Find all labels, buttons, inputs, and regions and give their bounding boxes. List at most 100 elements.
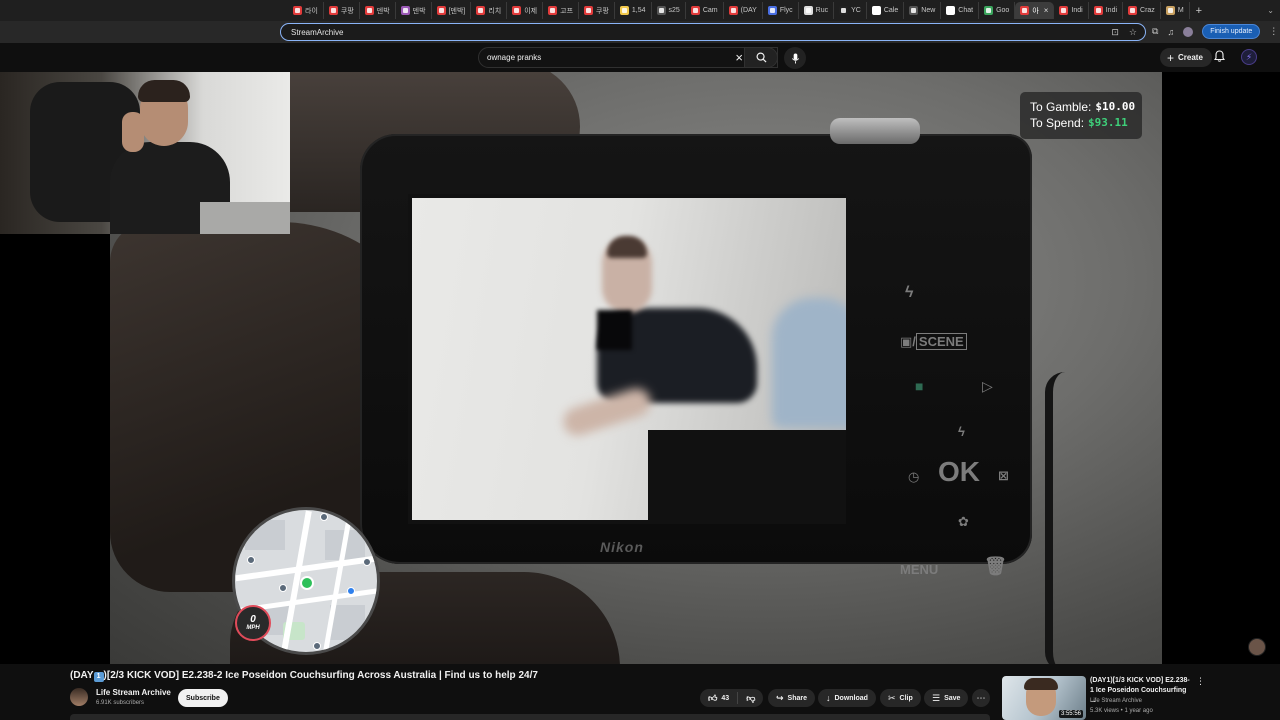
browser-tab[interactable]: Cale	[867, 2, 905, 19]
tab-label: Indi	[1071, 7, 1083, 14]
channel-name[interactable]: Life Stream Archive	[96, 688, 171, 697]
browser-tab[interactable]: Indi	[1054, 2, 1089, 19]
tab-label: (DAY	[740, 7, 757, 14]
browser-tab[interactable]: Flyc	[763, 2, 799, 19]
related-video-channel[interactable]: Life Stream Archive	[1090, 698, 1142, 704]
tab-close-icon[interactable]: ×	[1044, 6, 1049, 15]
create-label: Create	[1178, 53, 1203, 62]
clip-action: ✂ Clip	[880, 689, 921, 707]
related-video-thumbnail[interactable]: 3:55:56	[1002, 676, 1086, 720]
tab-label: 아	[1032, 7, 1039, 15]
tab-favicon-icon	[1165, 6, 1175, 15]
channel-avatar[interactable]	[70, 688, 88, 706]
account-avatar[interactable]: ⚡	[1241, 49, 1257, 65]
search-input[interactable]: ownage pranks ×	[478, 47, 778, 68]
related-thumb-hair	[1024, 678, 1058, 690]
finish-update-button[interactable]: Finish update	[1202, 24, 1261, 39]
save-button[interactable]: ☰ Save	[924, 689, 969, 707]
description-box[interactable]	[70, 714, 990, 720]
search-button[interactable]	[744, 47, 778, 68]
browser-tab[interactable]: Craz	[1123, 2, 1161, 19]
tab-favicon-icon	[839, 6, 849, 15]
browser-menu-icon[interactable]: ⋮	[1269, 26, 1278, 37]
share-icon: ↪	[776, 692, 784, 703]
browser-toolbar: StreamArchive ⊡ ☆ ⧉ ♫ Finish update ⋮	[0, 21, 1280, 43]
plus-icon: +	[1167, 50, 1175, 65]
voice-search-button[interactable]	[784, 47, 806, 69]
related-video-menu-icon[interactable]: ⋮	[1196, 676, 1205, 687]
camera-dial	[830, 118, 920, 144]
like-button[interactable]: 👍︎ 43	[700, 692, 739, 704]
browser-tab[interactable]: Goo	[979, 2, 1016, 19]
browser-tab[interactable]: 쿠팡	[579, 2, 615, 19]
new-tab-button[interactable]: +	[1190, 5, 1208, 17]
tab-favicon-icon	[619, 6, 629, 15]
browser-tab[interactable]: (DAY	[724, 2, 763, 19]
title-rest: )[2/3 KICK VOD] E2.238-2 Ice Poseidon Co…	[103, 670, 538, 681]
media-controls-icon[interactable]: ♫	[1167, 27, 1174, 37]
tab-label: 덴박	[412, 7, 426, 15]
blurred-monitor	[648, 430, 846, 520]
webcam-hand	[122, 112, 144, 152]
browser-tab[interactable]: Indi	[1089, 2, 1124, 19]
more-actions-button[interactable]: ⋯	[972, 689, 990, 707]
dislike-button[interactable]: 👎︎	[738, 693, 763, 704]
browser-tab[interactable]: 1,54	[615, 2, 652, 19]
browser-tab[interactable]: 이제	[507, 2, 544, 19]
browser-tab[interactable]: 아 ×	[1015, 2, 1055, 19]
tab-favicon-icon	[293, 6, 302, 15]
clip-button[interactable]: ✂ Clip	[880, 689, 921, 707]
tab-label: Cam	[702, 7, 718, 14]
subscribe-button[interactable]: Subscribe	[178, 689, 228, 707]
browser-tab[interactable]: 리치	[471, 2, 508, 19]
browser-tab[interactable]: s25	[652, 2, 686, 19]
bookmark-star-icon[interactable]: ☆	[1129, 27, 1137, 38]
overlay-avatar	[1248, 638, 1266, 656]
browser-tab[interactable]: Cam	[686, 2, 724, 19]
share-button[interactable]: ↪ Share	[768, 689, 816, 707]
gamble-value: $10.00	[1095, 100, 1136, 113]
notifications-button[interactable]	[1213, 50, 1226, 65]
clear-search-icon[interactable]: ×	[735, 50, 743, 65]
profile-avatar[interactable]	[1183, 26, 1194, 37]
tab-favicon-icon	[767, 6, 777, 15]
browser-tab[interactable]: YC	[834, 2, 867, 19]
create-button[interactable]: + Create	[1160, 48, 1212, 67]
browser-tab[interactable]: 고프	[543, 2, 580, 19]
browser-tab[interactable]: Ruc	[799, 2, 835, 19]
install-app-icon[interactable]: ⊡	[1111, 27, 1119, 38]
browser-tab[interactable]: Chat	[941, 2, 980, 19]
address-text: StreamArchive	[291, 27, 344, 37]
browser-tab[interactable]: 덴박	[360, 2, 396, 19]
microphone-icon	[791, 52, 799, 64]
speedometer: 0 MPH	[235, 605, 271, 641]
share-action: ↪ Share	[768, 689, 816, 707]
bell-icon	[1213, 50, 1226, 62]
tab-label: 라이	[305, 7, 318, 15]
browser-tab[interactable]: New	[904, 2, 942, 19]
browser-tab[interactable]: M	[1161, 2, 1190, 19]
browser-tab[interactable]: [덴박]	[432, 2, 472, 19]
download-icon: ↓	[826, 693, 831, 703]
browser-tab[interactable]: 라이	[288, 2, 324, 19]
tab-label: Chat	[958, 7, 974, 14]
tab-label: s25	[668, 7, 680, 14]
map-pin	[247, 556, 255, 564]
save-playlist-icon: ☰	[932, 692, 941, 703]
tab-favicon-icon	[436, 6, 446, 15]
tab-label: [덴박]	[448, 7, 466, 15]
download-button[interactable]: ↓ Download	[818, 689, 876, 707]
tab-favicon-icon	[584, 6, 594, 15]
video-player[interactable]: ϟ ▣/SCENE ■ ▷ ϟ ◷ OK ⊠ ✿ MENU 🗑 Nikon To…	[0, 72, 1280, 664]
download-action: ↓ Download	[818, 689, 876, 707]
window-controls-icon[interactable]: ⌄	[1267, 6, 1280, 15]
browser-tab[interactable]: 덴박	[396, 2, 432, 19]
address-bar[interactable]: StreamArchive ⊡ ☆	[280, 23, 1146, 41]
tab-favicon-icon	[1128, 6, 1138, 15]
tab-label: Ruc	[815, 7, 829, 14]
browser-tab[interactable]: 쿠팡	[324, 2, 360, 19]
thumbs-down-icon: 👎︎	[746, 692, 756, 703]
map-pin	[320, 513, 328, 521]
ok-button: OK	[938, 456, 980, 487]
extensions-icon[interactable]: ⧉	[1152, 26, 1158, 37]
